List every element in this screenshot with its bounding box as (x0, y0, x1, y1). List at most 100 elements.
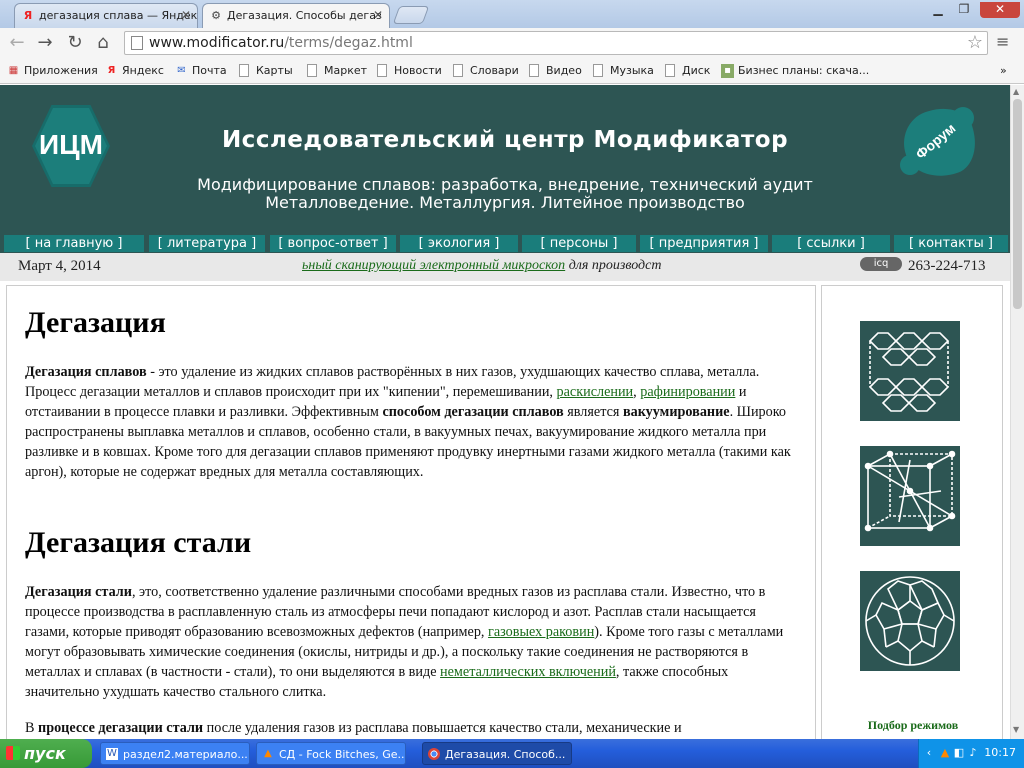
close-icon[interactable]: ✕ (373, 4, 383, 27)
start-button[interactable]: пуск (0, 739, 92, 768)
section-heading: Дегазация стали (25, 526, 252, 559)
menu-icon[interactable]: ≡ (996, 32, 1009, 51)
page-icon (307, 64, 317, 77)
paragraph-text: В (25, 720, 39, 736)
yandex-icon: Я (107, 65, 116, 76)
word-icon: W (106, 748, 118, 760)
volume-icon[interactable]: ♪ (967, 746, 979, 759)
info-bar: Март 4, 2014 ьный сканирующий электронны… (0, 253, 1010, 281)
paragraph-text: является (563, 404, 623, 420)
nav-contacts[interactable]: [ контакты ] (894, 235, 1008, 252)
new-tab-button[interactable] (392, 6, 430, 24)
url-text: www.modificator.ru/terms/degaz.html (149, 35, 413, 51)
bookmarks-overflow-button[interactable]: » (1000, 63, 1007, 79)
tab-title: дегазация сплава — Яндекс (39, 9, 198, 22)
article-link[interactable]: газовыех раковин (488, 624, 594, 640)
current-date: Март 4, 2014 (18, 258, 101, 274)
cubic-crystal-lattice-image[interactable] (860, 446, 960, 546)
news-ticker: ьный сканирующий электронный микроскоп д… (302, 258, 662, 273)
forum-button[interactable]: Форум (894, 98, 986, 188)
article-link[interactable]: неметаллических включений (440, 664, 616, 680)
tab-strip: Я дегазация сплава — Яндекс ✕ ⚙ Дегазаци… (0, 0, 1024, 28)
tab-current-page[interactable]: ⚙ Дегазация. Способы дегаз ✕ (202, 3, 390, 28)
yandex-icon: Я (23, 9, 33, 22)
restore-icon[interactable]: ❐ (952, 2, 976, 18)
bookmark-maps[interactable]: Карты (238, 63, 293, 79)
windows-logo-icon (6, 746, 20, 760)
back-icon[interactable]: ← (6, 32, 28, 54)
browser-toolbar: ← → ↻ ⌂ www.modificator.ru/terms/degaz.h… (0, 28, 1024, 58)
bookmark-mail[interactable]: ✉ Почта (174, 63, 226, 79)
home-icon[interactable]: ⌂ (92, 32, 114, 54)
bookmark-news[interactable]: Новости (376, 63, 442, 79)
tab-yandex-search[interactable]: Я дегазация сплава — Яндекс ✕ (14, 3, 198, 28)
page-scrollbar[interactable]: ▲ ▼ (1010, 85, 1024, 739)
image-icon: ▪ (721, 64, 734, 78)
nav-literature[interactable]: [ литература ] (149, 235, 265, 252)
chrome-icon (428, 748, 440, 760)
icq-number: 263-224-713 (908, 258, 986, 274)
apps-grid-icon: ▦ (8, 65, 19, 76)
bookmark-disk[interactable]: Диск (664, 63, 710, 79)
nav-links[interactable]: [ ссылки ] (772, 235, 890, 252)
windows-taskbar: пуск W раздел2.материало... ▲ СД - Fock … (0, 739, 1024, 768)
paragraph-text: после удаления газов из расплава повышае… (203, 720, 682, 736)
bookmark-music[interactable]: Музыка (592, 63, 654, 79)
clock: 10:17 (984, 746, 1016, 759)
tab-title: Дегазация. Способы дегаз (227, 9, 382, 22)
nav-home[interactable]: [ на главную ] (4, 235, 144, 252)
minimize-icon[interactable]: ▁ (926, 2, 950, 18)
nav-companies[interactable]: [ предприятия ] (640, 235, 768, 252)
mail-icon: ✉ (177, 65, 186, 76)
nav-qa[interactable]: [ вопрос-ответ ] (270, 235, 396, 252)
bookmark-yandex[interactable]: Я Яндекс (104, 63, 164, 79)
bold-term: способом дегазации сплавов (382, 404, 564, 420)
page-title: Дегазация (25, 306, 166, 339)
bookmarks-bar: ▦ Приложения Я Яндекс ✉ Почта Карты Маркет … (0, 58, 1024, 84)
page-icon (131, 36, 143, 50)
page-icon (377, 64, 387, 77)
page-icon (593, 64, 603, 77)
reload-icon[interactable]: ↻ (64, 32, 86, 54)
window-close-icon[interactable]: ✕ (980, 2, 1020, 18)
taskbar-item-vlc[interactable]: ▲ СД - Fock Bitches, Ge... (256, 742, 406, 765)
bookmark-video[interactable]: Видео (528, 63, 582, 79)
system-tray: ‹ ▲ ◧ ♪ 10:17 (918, 739, 1024, 768)
address-bar[interactable]: www.modificator.ru/terms/degaz.html ☆ (124, 31, 988, 55)
network-icon[interactable]: ◧ (953, 746, 965, 759)
sidebar: Подбор режимов (821, 285, 1003, 739)
bold-term: процессе дегазации стали (38, 720, 204, 736)
bold-term: вакуумирование (622, 404, 730, 420)
scroll-down-icon[interactable]: ▼ (1013, 725, 1019, 734)
article-paragraph-2: Дегазация стали, это, соответственно уда… (25, 582, 795, 702)
page-icon (665, 64, 675, 77)
sidebar-caption[interactable]: Подбор режимов (822, 718, 1004, 733)
bookmark-dictionaries[interactable]: Словари (452, 63, 519, 79)
page-icon (529, 64, 539, 77)
bookmark-star-icon[interactable]: ☆ (967, 32, 983, 53)
ticker-link[interactable]: ьный сканирующий электронный микроскоп (302, 258, 565, 273)
close-icon[interactable]: ✕ (181, 4, 191, 27)
article-link[interactable]: раскислении (557, 384, 634, 400)
forward-icon[interactable]: → (34, 32, 56, 54)
bookmark-business-plans[interactable]: ▪ Бизнес планы: скача... (720, 63, 869, 79)
graphite-lattice-image[interactable] (860, 321, 960, 421)
article-paragraph-3: В процессе дегазации стали после удалени… (25, 718, 795, 738)
tray-expand-icon[interactable]: ‹ (923, 746, 935, 759)
taskbar-item-chrome[interactable]: Дегазация. Способ... (422, 742, 572, 765)
icq-icon: icq (860, 257, 902, 271)
bookmark-market[interactable]: Маркет (306, 63, 367, 79)
nav-ecology[interactable]: [ экология ] (400, 235, 518, 252)
site-header: ИЦМ Исследовательский центр Модификатор … (0, 85, 1010, 233)
fullerene-molecule-image[interactable] (860, 571, 960, 671)
site-nav: [ на главную ] [ литература ] [ вопрос-о… (0, 233, 1010, 253)
article-link[interactable]: рафинировании (640, 384, 735, 400)
page-viewport: ИЦМ Исследовательский центр Модификатор … (0, 85, 1010, 739)
vlc-tray-icon[interactable]: ▲ (939, 746, 951, 759)
bookmark-apps[interactable]: ▦ Приложения (6, 63, 98, 79)
scroll-up-icon[interactable]: ▲ (1013, 87, 1019, 96)
scrollbar-thumb[interactable] (1013, 99, 1022, 309)
page-icon (239, 64, 249, 77)
taskbar-item-word[interactable]: W раздел2.материало... (100, 742, 250, 765)
nav-persons[interactable]: [ персоны ] (522, 235, 636, 252)
